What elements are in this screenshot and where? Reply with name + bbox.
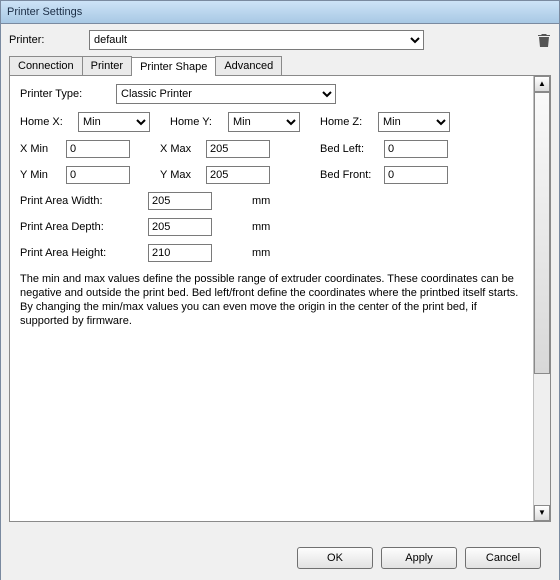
- window-title: Printer Settings: [7, 6, 82, 18]
- titlebar: Printer Settings: [1, 1, 559, 24]
- unit-mm: mm: [252, 221, 292, 233]
- ymax-input[interactable]: [206, 166, 270, 184]
- home-x-label: Home X:: [20, 116, 72, 128]
- home-y-select[interactable]: Min: [228, 112, 300, 132]
- tab-printer-shape[interactable]: Printer Shape: [131, 57, 216, 76]
- ymin-label: Y Min: [20, 169, 66, 181]
- help-text: The min and max values define the possib…: [20, 272, 520, 328]
- home-z-label: Home Z:: [320, 116, 372, 128]
- trash-icon[interactable]: [537, 32, 551, 48]
- printer-type-select[interactable]: Classic Printer: [116, 84, 336, 104]
- ymax-label: Y Max: [160, 169, 206, 181]
- scroll-thumb[interactable]: [534, 92, 550, 374]
- bed-front-input[interactable]: [384, 166, 448, 184]
- cancel-button[interactable]: Cancel: [465, 547, 541, 569]
- bed-left-label: Bed Left:: [320, 143, 384, 155]
- home-z-select[interactable]: Min: [378, 112, 450, 132]
- unit-mm: mm: [252, 247, 292, 259]
- ymin-input[interactable]: [66, 166, 130, 184]
- printer-label: Printer:: [9, 34, 79, 46]
- chevron-down-icon: ▼: [538, 509, 546, 517]
- bed-left-input[interactable]: [384, 140, 448, 158]
- xmax-label: X Max: [160, 143, 206, 155]
- apply-button[interactable]: Apply: [381, 547, 457, 569]
- home-x-select[interactable]: Min: [78, 112, 150, 132]
- tab-printer[interactable]: Printer: [82, 56, 132, 75]
- print-area-height-input[interactable]: [148, 244, 212, 262]
- panel-printer-shape: Printer Type: Classic Printer Home X: Mi…: [10, 76, 533, 521]
- tab-advanced[interactable]: Advanced: [215, 56, 282, 75]
- printer-select[interactable]: default: [89, 30, 424, 50]
- print-area-depth-label: Print Area Depth:: [20, 221, 148, 233]
- scroll-up-button[interactable]: ▲: [534, 76, 550, 92]
- tab-bar: Connection Printer Printer Shape Advance…: [9, 56, 551, 76]
- print-area-width-input[interactable]: [148, 192, 212, 210]
- scroll-down-button[interactable]: ▼: [534, 505, 550, 521]
- ok-button[interactable]: OK: [297, 547, 373, 569]
- print-area-height-label: Print Area Height:: [20, 247, 148, 259]
- xmin-input[interactable]: [66, 140, 130, 158]
- home-y-label: Home Y:: [170, 116, 222, 128]
- chevron-up-icon: ▲: [538, 80, 546, 88]
- print-area-width-label: Print Area Width:: [20, 195, 148, 207]
- tab-connection[interactable]: Connection: [9, 56, 83, 75]
- xmin-label: X Min: [20, 143, 66, 155]
- printer-type-label: Printer Type:: [20, 88, 110, 100]
- print-area-depth-input[interactable]: [148, 218, 212, 236]
- scrollbar[interactable]: ▲ ▼: [533, 76, 550, 521]
- xmax-input[interactable]: [206, 140, 270, 158]
- unit-mm: mm: [252, 195, 292, 207]
- bed-front-label: Bed Front:: [320, 169, 384, 181]
